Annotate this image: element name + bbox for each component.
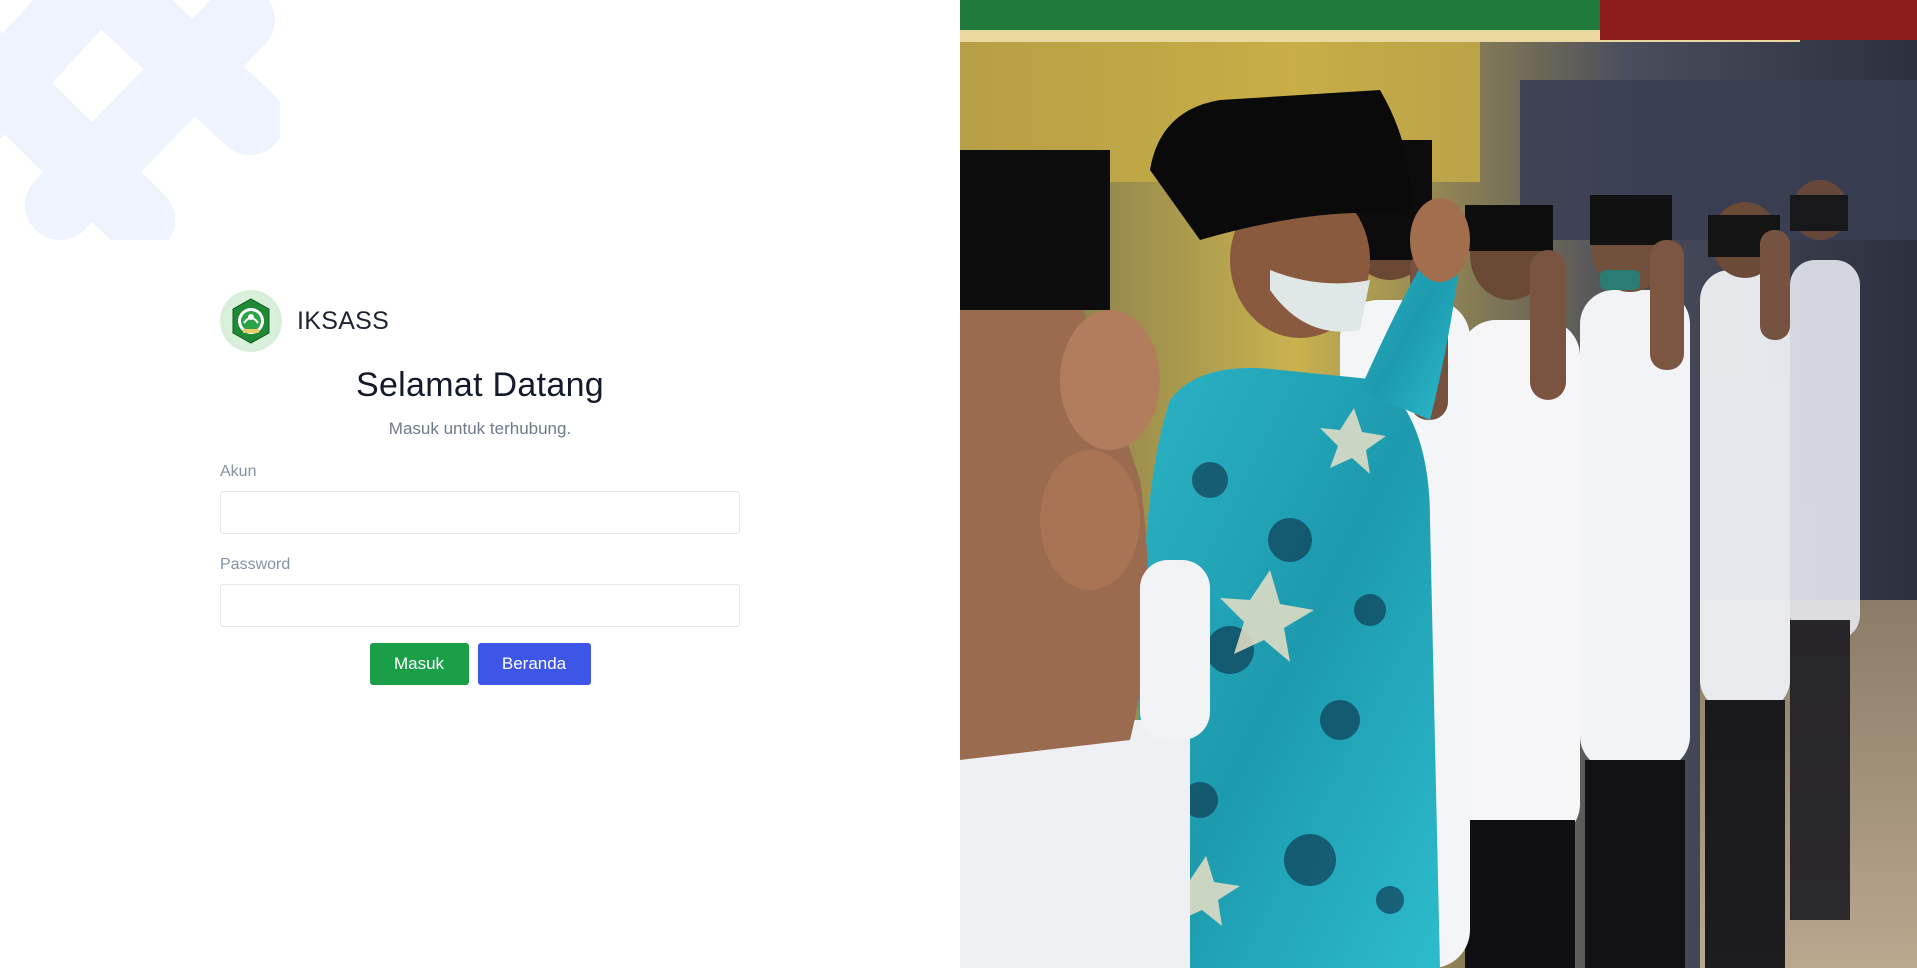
login-page: IKSASS Selamat Datang Masuk untuk terhub… — [0, 0, 1917, 968]
saluting-men-photo — [960, 0, 1917, 968]
brand-header: IKSASS — [220, 290, 740, 352]
password-input[interactable] — [220, 584, 740, 627]
login-card: IKSASS Selamat Datang Masuk untuk terhub… — [220, 290, 740, 685]
login-button[interactable]: Masuk — [369, 643, 469, 685]
login-actions: Masuk Beranda — [220, 643, 740, 685]
welcome-subtitle: Masuk untuk terhubung. — [388, 419, 572, 438]
account-input[interactable] — [220, 491, 740, 534]
password-label: Password — [220, 556, 291, 573]
home-button[interactable]: Beranda — [477, 643, 591, 685]
decorative-cross-pattern — [0, 0, 280, 240]
brand-name: IKSASS — [297, 306, 390, 335]
welcome-title: Selamat Datang — [355, 366, 604, 404]
iksass-emblem-icon — [220, 290, 282, 352]
login-panel: IKSASS Selamat Datang Masuk untuk terhub… — [0, 0, 960, 968]
account-label: Akun — [220, 463, 257, 480]
